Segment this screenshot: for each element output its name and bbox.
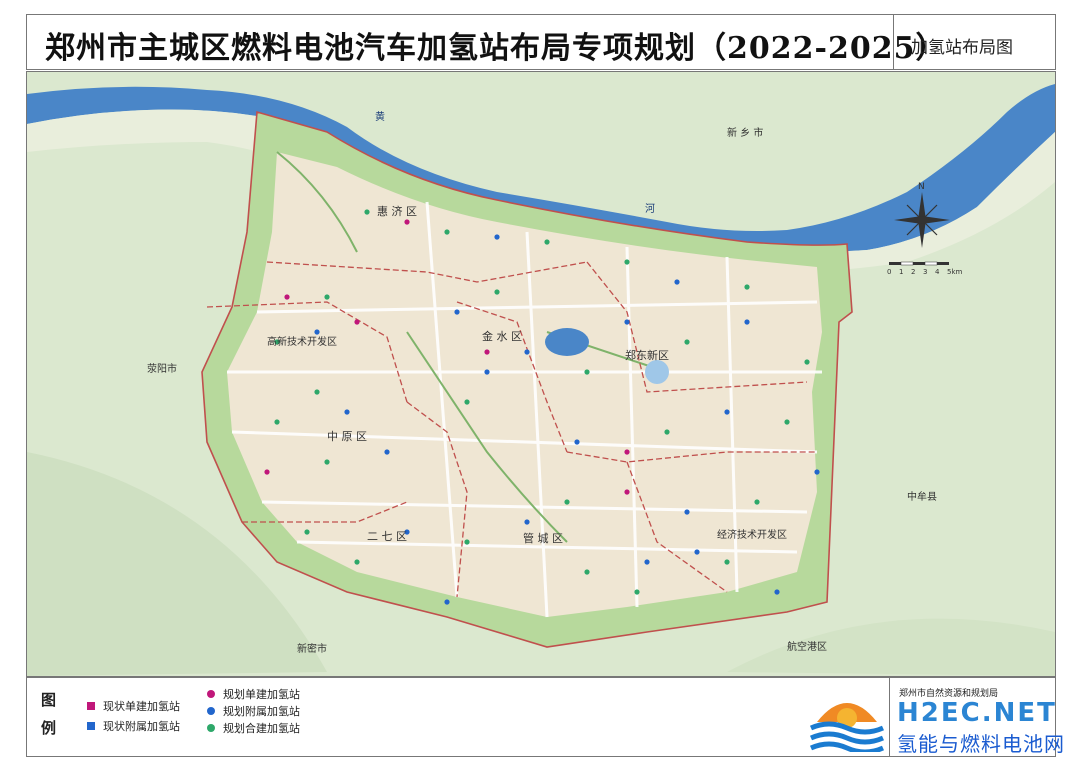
map-area[interactable]: 惠 济 区 金 水 区 高新技术开发区 郑东新区 中 原 区 二 七 区 管 城… <box>26 71 1056 677</box>
svg-text:3: 3 <box>923 268 927 276</box>
svg-text:5km: 5km <box>947 268 963 276</box>
label-jinshui: 金 水 区 <box>482 329 522 343</box>
map-poster: 郑州市主城区燃料电池汽车加氢站布局专项规划（2022-2025） 加氢站布局图 <box>0 0 1080 764</box>
watermark-subtext: 氢能与燃料电池网 <box>897 732 1065 756</box>
dot-icon <box>207 707 215 715</box>
svg-text:2: 2 <box>911 268 915 276</box>
watermark-text: H2EC.NET <box>897 698 1057 728</box>
dot-icon <box>207 724 215 732</box>
legend-bar: 图 例 现状单建加氢站 现状附属加氢站 规划单建加氢站 规划附属加氢站 规划合建… <box>26 677 1064 757</box>
legend-title: 图 例 <box>41 686 61 742</box>
label-xinmi: 新密市 <box>297 642 327 655</box>
square-icon <box>87 722 95 730</box>
legend-item-existing-standalone: 现状单建加氢站 <box>87 698 180 714</box>
label-zhongmou: 中牟县 <box>907 490 937 503</box>
label-river-1: 黄 <box>375 110 385 123</box>
label-gaoxin: 高新技术开发区 <box>267 335 337 348</box>
map-name: 加氢站布局图 <box>911 38 1013 58</box>
longzi-lake <box>545 328 589 356</box>
map-canvas[interactable]: 惠 济 区 金 水 区 高新技术开发区 郑东新区 中 原 区 二 七 区 管 城… <box>27 72 1055 676</box>
label-erqi: 二 七 区 <box>367 530 407 543</box>
svg-text:N: N <box>918 182 925 192</box>
label-huiji: 惠 济 区 <box>377 204 417 218</box>
title-bar: 郑州市主城区燃料电池汽车加氢站布局专项规划（2022-2025） 加氢站布局图 <box>26 14 1056 70</box>
label-zhengdong: 郑东新区 <box>625 348 669 362</box>
page-title: 郑州市主城区燃料电池汽车加氢站布局专项规划（2022-2025） <box>45 31 947 66</box>
legend-item-planned-combined: 规划合建加氢站 <box>207 720 300 736</box>
legend-item-planned-attached: 规划附属加氢站 <box>207 703 300 719</box>
watermark-logo-icon <box>809 703 885 752</box>
legend-divider <box>889 678 890 756</box>
label-xinxiang: 新 乡 市 <box>727 126 763 139</box>
svg-text:4: 4 <box>935 268 940 276</box>
label-hangkonggang: 航空港区 <box>787 640 827 653</box>
legend-item-planned-standalone: 规划单建加氢站 <box>207 686 300 702</box>
svg-text:0: 0 <box>887 268 891 276</box>
dot-icon <box>207 690 215 698</box>
label-xingyang: 荥阳市 <box>147 362 177 375</box>
legend-item-existing-attached: 现状附属加氢站 <box>87 718 180 734</box>
label-jingkai: 经济技术开发区 <box>717 528 787 541</box>
label-guancheng: 管 城 区 <box>523 531 563 545</box>
svg-text:1: 1 <box>899 268 903 276</box>
cbd-lake <box>645 360 669 384</box>
label-zhongyuan: 中 原 区 <box>327 430 367 443</box>
legend-title-line2: 例 <box>41 719 57 737</box>
label-river-2: 河 <box>645 203 655 215</box>
legend-title-line1: 图 <box>41 691 57 709</box>
title-divider <box>893 15 894 69</box>
square-icon <box>87 702 95 710</box>
